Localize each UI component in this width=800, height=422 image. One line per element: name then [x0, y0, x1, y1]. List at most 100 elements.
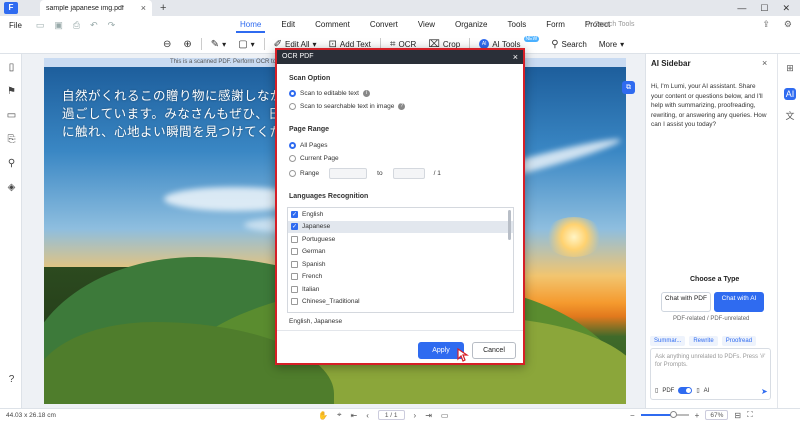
zoom-out-button[interactable]: ⊖ — [160, 36, 174, 52]
chat-input[interactable]: Ask anything unrelated to PDFs. Press '#… — [650, 348, 771, 400]
chevron-down-icon: ▾ — [222, 39, 227, 49]
search-tools[interactable]: ⚲ Search Tools — [586, 20, 634, 29]
comment-icon[interactable]: ▭ — [6, 110, 17, 121]
zoom-level[interactable]: 67% — [705, 410, 729, 420]
radio-button[interactable] — [289, 170, 296, 177]
info-icon: ? — [398, 103, 406, 110]
language-item[interactable]: ✓ English — [288, 208, 513, 221]
document-tab[interactable]: sample japanese img.pdf × — [40, 0, 152, 16]
next-page-icon[interactable]: › — [414, 411, 417, 420]
ai-float-button[interactable]: ⧉ — [622, 81, 635, 94]
tab-comment[interactable]: Comment — [305, 16, 360, 34]
upload-icon[interactable]: ⇪ — [762, 19, 770, 30]
layers-icon[interactable]: ◈ — [6, 182, 17, 193]
more-button[interactable]: More ▾ — [596, 36, 627, 52]
radio-button[interactable] — [289, 103, 296, 110]
chat-with-ai-option[interactable]: Chat with AI — [714, 292, 764, 312]
zoom-in-icon[interactable]: + — [695, 411, 700, 420]
last-page-icon[interactable]: ⇥ — [425, 411, 432, 420]
language-item[interactable]: Portuguese — [288, 233, 513, 246]
close-icon[interactable]: × — [141, 3, 146, 13]
search-icon[interactable]: ⚲ — [6, 158, 17, 169]
checkbox[interactable] — [291, 260, 298, 268]
checkbox[interactable] — [291, 285, 298, 293]
tab-form[interactable]: Form — [536, 16, 575, 34]
page-thumbnail-icon[interactable]: ▯ — [6, 62, 17, 73]
zoom-slider[interactable] — [640, 411, 689, 418]
tab-view[interactable]: View — [408, 16, 445, 34]
undo-icon[interactable]: ↶ — [90, 20, 98, 31]
first-page-icon[interactable]: ⇤ — [350, 411, 357, 420]
radio-button[interactable] — [289, 90, 296, 97]
range-end-input[interactable] — [392, 168, 425, 179]
app-logo: F — [4, 2, 18, 14]
page-number-input[interactable]: 1 / 1 — [377, 410, 405, 420]
fit-icon[interactable]: ▭ — [441, 411, 449, 420]
print-icon[interactable]: ⎙ — [73, 20, 80, 31]
zoom-in-button[interactable]: ⊕ — [180, 36, 194, 52]
window-close-icon[interactable]: ✕ — [782, 3, 790, 14]
settings-icon[interactable]: ⚙ — [784, 19, 792, 30]
minimize-icon[interactable]: — — [737, 3, 746, 14]
cancel-button[interactable]: Cancel — [472, 342, 516, 359]
ai-assistant-icon[interactable]: AI — [784, 88, 796, 100]
search-button[interactable]: ⚲ Search — [548, 36, 590, 52]
send-icon[interactable]: ➤ — [761, 387, 768, 396]
open-icon[interactable]: ▭ — [36, 20, 45, 31]
language-list[interactable]: ✓ English ✓ Japanese Portuguese German Spanish… — [287, 207, 514, 313]
proofread-chip[interactable]: Proofread — [721, 336, 757, 346]
chat-with-pdf-option[interactable]: Chat with PDF — [661, 292, 711, 312]
file-menu[interactable]: File — [9, 21, 22, 30]
language-item[interactable]: Spanish — [288, 258, 513, 271]
all-pages-option[interactable]: All Pages — [289, 142, 327, 149]
new-tab-button[interactable]: + — [160, 2, 166, 14]
radio-button[interactable] — [289, 155, 296, 162]
prev-page-icon[interactable]: ‹ — [366, 411, 369, 420]
attachment-icon[interactable]: ⎘ — [6, 134, 17, 145]
shape-button[interactable]: ▢ ▾ — [235, 36, 257, 52]
hand-tool-icon[interactable]: ✋ — [318, 411, 328, 420]
maximize-icon[interactable]: ☐ — [760, 3, 768, 14]
scan-searchable-option[interactable]: Scan to searchable text in image ? — [289, 103, 406, 110]
checkbox[interactable] — [291, 298, 298, 306]
tab-edit[interactable]: Edit — [271, 16, 305, 34]
select-tool-icon[interactable]: ⌖ — [337, 410, 342, 420]
mode-toggle[interactable] — [678, 387, 693, 394]
bookmark-icon[interactable]: ⚑ — [6, 86, 17, 97]
save-icon[interactable]: ▣ — [54, 20, 63, 31]
help-icon[interactable]: ? — [6, 374, 17, 385]
page-layout-icon[interactable]: ⊟ — [734, 411, 741, 420]
language-item[interactable]: French — [288, 271, 513, 284]
language-item[interactable]: Italian — [288, 283, 513, 296]
summarize-chip[interactable]: Summar... — [650, 336, 686, 346]
radio-button[interactable] — [289, 142, 296, 149]
pdf-doc-icon: ▯ — [655, 388, 659, 394]
close-icon[interactable]: × — [513, 50, 518, 64]
language-item[interactable]: ✓ Japanese — [288, 220, 513, 233]
range-start-input[interactable] — [329, 168, 368, 179]
scrollbar[interactable] — [508, 210, 511, 240]
tab-tools[interactable]: Tools — [498, 16, 537, 34]
current-page-option[interactable]: Current Page — [289, 155, 339, 162]
language-item[interactable]: German — [288, 246, 513, 259]
grid-icon[interactable]: ⊞ — [784, 62, 796, 74]
close-icon[interactable]: × — [762, 58, 767, 68]
tab-convert[interactable]: Convert — [360, 16, 408, 34]
range-option[interactable]: Range to / 1 — [289, 168, 441, 179]
language-item[interactable]: Chinese_Traditional — [288, 296, 513, 309]
checkbox[interactable] — [291, 273, 298, 281]
tab-organize[interactable]: Organize — [445, 16, 497, 34]
range-total: / 1 — [433, 170, 441, 177]
scan-editable-option[interactable]: Scan to editable text i — [289, 90, 370, 97]
checkbox[interactable]: ✓ — [291, 223, 298, 231]
checkbox[interactable] — [291, 235, 298, 243]
zoom-out-icon[interactable]: − — [630, 411, 635, 420]
redo-icon[interactable]: ↷ — [108, 20, 116, 31]
translate-icon[interactable]: 文 — [784, 110, 796, 122]
tab-home[interactable]: Home — [230, 16, 271, 34]
highlight-button[interactable]: ✎ ▾ — [208, 36, 229, 52]
checkbox[interactable]: ✓ — [291, 210, 298, 218]
checkbox[interactable] — [291, 248, 298, 256]
fullscreen-icon[interactable]: ⛶ — [747, 410, 753, 420]
rewrite-chip[interactable]: Rewrite — [689, 336, 718, 346]
